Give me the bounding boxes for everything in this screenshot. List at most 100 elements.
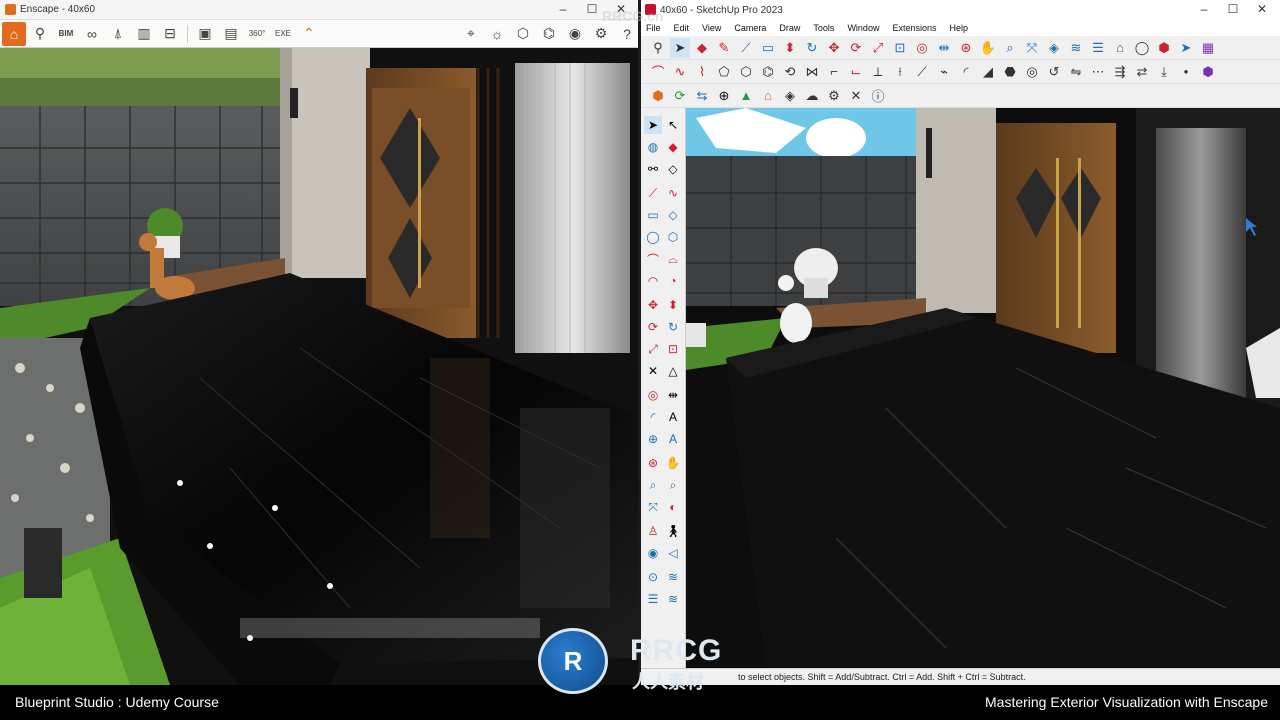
circle-icon[interactable]: ◯ — [644, 228, 662, 246]
orbit-icon[interactable]: ⊛ — [956, 38, 976, 58]
layers-icon[interactable]: ≋ — [1066, 38, 1086, 58]
project-icon[interactable]: ⤓ — [1154, 62, 1174, 82]
zoom-window-icon[interactable]: ⌕ — [664, 476, 682, 494]
enscape-viewport[interactable] — [0, 48, 640, 685]
move-icon[interactable]: ✥ — [824, 38, 844, 58]
loft-icon[interactable]: ⌬ — [758, 62, 778, 82]
position-camera-icon[interactable]: ♙ — [644, 522, 662, 540]
walk-icon[interactable]: ⌬ — [537, 22, 561, 46]
help-icon[interactable]: ? — [615, 22, 639, 46]
walk-icon[interactable]: 🚶︎ — [664, 522, 682, 540]
render-image-icon[interactable]: ▣ — [193, 22, 217, 46]
select-tool-icon[interactable]: ➤ — [670, 37, 690, 58]
pie-icon[interactable]: ◔ — [664, 272, 682, 290]
styles-icon[interactable]: ◈ — [1044, 38, 1064, 58]
dimension-icon[interactable]: ⇹ — [664, 386, 682, 404]
freehand-icon[interactable]: ∿ — [664, 184, 682, 202]
three-point-arc-icon[interactable]: ◠ — [644, 272, 662, 290]
building-icon[interactable]: ▥ — [132, 22, 156, 46]
menu-edit[interactable]: Edit — [674, 23, 690, 33]
orbit-icon[interactable]: ⊛ — [644, 454, 662, 472]
line-tool-icon[interactable]: ⟋ — [736, 38, 756, 58]
enscape-views-icon[interactable]: ⌂ — [758, 86, 778, 106]
binoculars-icon[interactable]: ∞ — [80, 22, 104, 46]
dimension-icon[interactable]: ⇹ — [934, 38, 954, 58]
fillet-icon[interactable]: ⌐ — [824, 62, 844, 82]
plugin-icon[interactable]: ⬢ — [1198, 62, 1218, 82]
panorama-360-icon[interactable]: 360° — [245, 22, 269, 46]
cube-icon[interactable]: ⬡ — [511, 22, 535, 46]
zoom-icon[interactable]: ⌕ — [644, 476, 662, 494]
select-icon[interactable]: ➤ — [644, 116, 662, 134]
shape-icon[interactable]: ⍋ — [106, 22, 130, 46]
polygon-icon[interactable]: ⬡ — [664, 228, 682, 246]
sweep-icon[interactable]: ⟲ — [780, 62, 800, 82]
stairs-icon[interactable]: ⊟ — [158, 22, 182, 46]
protractor-icon[interactable]: ◜ — [644, 408, 662, 426]
follow-me-icon[interactable]: ↻ — [802, 38, 822, 58]
joint-icon[interactable]: ⋈ — [802, 62, 822, 82]
bezier-icon[interactable]: ⌇ — [692, 62, 712, 82]
point-icon[interactable]: • — [1176, 62, 1196, 82]
zoom-icon[interactable]: ⌕ — [1000, 38, 1020, 58]
export-icon[interactable]: EXE — [271, 22, 295, 46]
rotated-rectangle-icon[interactable]: ◇ — [664, 206, 682, 224]
layers-icon[interactable]: ≋ — [664, 568, 682, 586]
section-plane-icon[interactable]: ◁ — [664, 544, 682, 562]
warehouse-icon[interactable]: ⊙ — [644, 568, 662, 586]
bevel-icon[interactable]: ◢ — [978, 62, 998, 82]
arc-icon[interactable]: ⌒ — [644, 250, 662, 268]
zoom-extents-icon[interactable]: ⤧ — [1022, 38, 1042, 58]
home-icon[interactable]: ⌂ — [2, 21, 26, 46]
look-around-icon[interactable]: ◉ — [644, 544, 662, 562]
menu-tools[interactable]: Tools — [813, 23, 834, 33]
tape-measure-icon[interactable]: ◎ — [912, 38, 932, 58]
enscape-upload-icon[interactable]: ☁ — [802, 86, 822, 106]
enscape-sync-icon[interactable]: ⟳ — [670, 86, 690, 106]
soften-icon[interactable]: ⌁ — [934, 62, 954, 82]
intersect-icon[interactable]: ✕ — [644, 362, 662, 380]
rectangle-icon[interactable]: ▭ — [644, 206, 662, 224]
rotate-icon[interactable]: ⟳ — [846, 38, 866, 58]
extend-icon[interactable]: ⟋ — [912, 62, 932, 82]
menu-window[interactable]: Window — [847, 23, 879, 33]
pencil-icon[interactable]: ✎ — [714, 38, 734, 58]
move-icon[interactable]: ✥ — [644, 296, 662, 314]
close-button[interactable]: ✕ — [1247, 2, 1277, 16]
enscape-materials-icon[interactable]: ◈ — [780, 86, 800, 106]
two-point-arc-icon[interactable]: ⌓ — [664, 250, 682, 268]
menu-draw[interactable]: Draw — [779, 23, 800, 33]
array-icon[interactable]: ⋯ — [1088, 62, 1108, 82]
extension-icon[interactable]: ▦ — [1198, 38, 1218, 58]
flip-icon[interactable]: ⇄ — [1132, 62, 1152, 82]
lathe-icon[interactable]: ↺ — [1044, 62, 1064, 82]
menu-view[interactable]: View — [702, 23, 721, 33]
push-pull-icon[interactable]: ⬍ — [780, 38, 800, 58]
ruby-icon[interactable]: ⬢ — [1154, 38, 1174, 58]
text-icon[interactable]: A — [664, 408, 682, 426]
bim-icon[interactable]: BIM — [54, 22, 78, 46]
sketchup-viewport[interactable] — [686, 108, 1280, 668]
offset-icon[interactable]: ⊡ — [664, 340, 682, 358]
scale-icon[interactable]: ⤢ — [644, 340, 662, 358]
minimize-button[interactable]: – — [548, 2, 578, 16]
sun-icon[interactable]: ☼ — [485, 22, 509, 46]
offset-edge-icon[interactable]: ⟂ — [868, 62, 888, 82]
collapse-icon[interactable]: ⌃ — [297, 22, 321, 46]
maximize-button[interactable]: ☐ — [1218, 2, 1248, 16]
eraser-icon[interactable]: ◆ — [664, 138, 682, 156]
zoom-extents-icon[interactable]: ⤧ — [644, 498, 662, 516]
line-icon[interactable]: ⟋ — [644, 184, 662, 202]
round-corner-icon[interactable]: ◜ — [956, 62, 976, 82]
tape-measure-icon[interactable]: ◎ — [644, 386, 662, 404]
eye-icon[interactable]: ◉ — [563, 22, 587, 46]
search-icon[interactable]: ⚲ — [648, 38, 668, 58]
stack-icon[interactable]: ☰ — [1088, 38, 1108, 58]
enscape-close-icon[interactable]: ✕ — [846, 86, 866, 106]
paint-bucket-icon[interactable]: ◍ — [644, 138, 662, 156]
enscape-start-icon[interactable]: ⬢ — [648, 86, 668, 106]
pan-icon[interactable]: ✋ — [664, 454, 682, 472]
align-icon[interactable]: ⇶ — [1110, 62, 1130, 82]
rotate-icon[interactable]: ⟳ — [644, 318, 662, 336]
shape-bender-icon[interactable]: ⬠ — [714, 62, 734, 82]
